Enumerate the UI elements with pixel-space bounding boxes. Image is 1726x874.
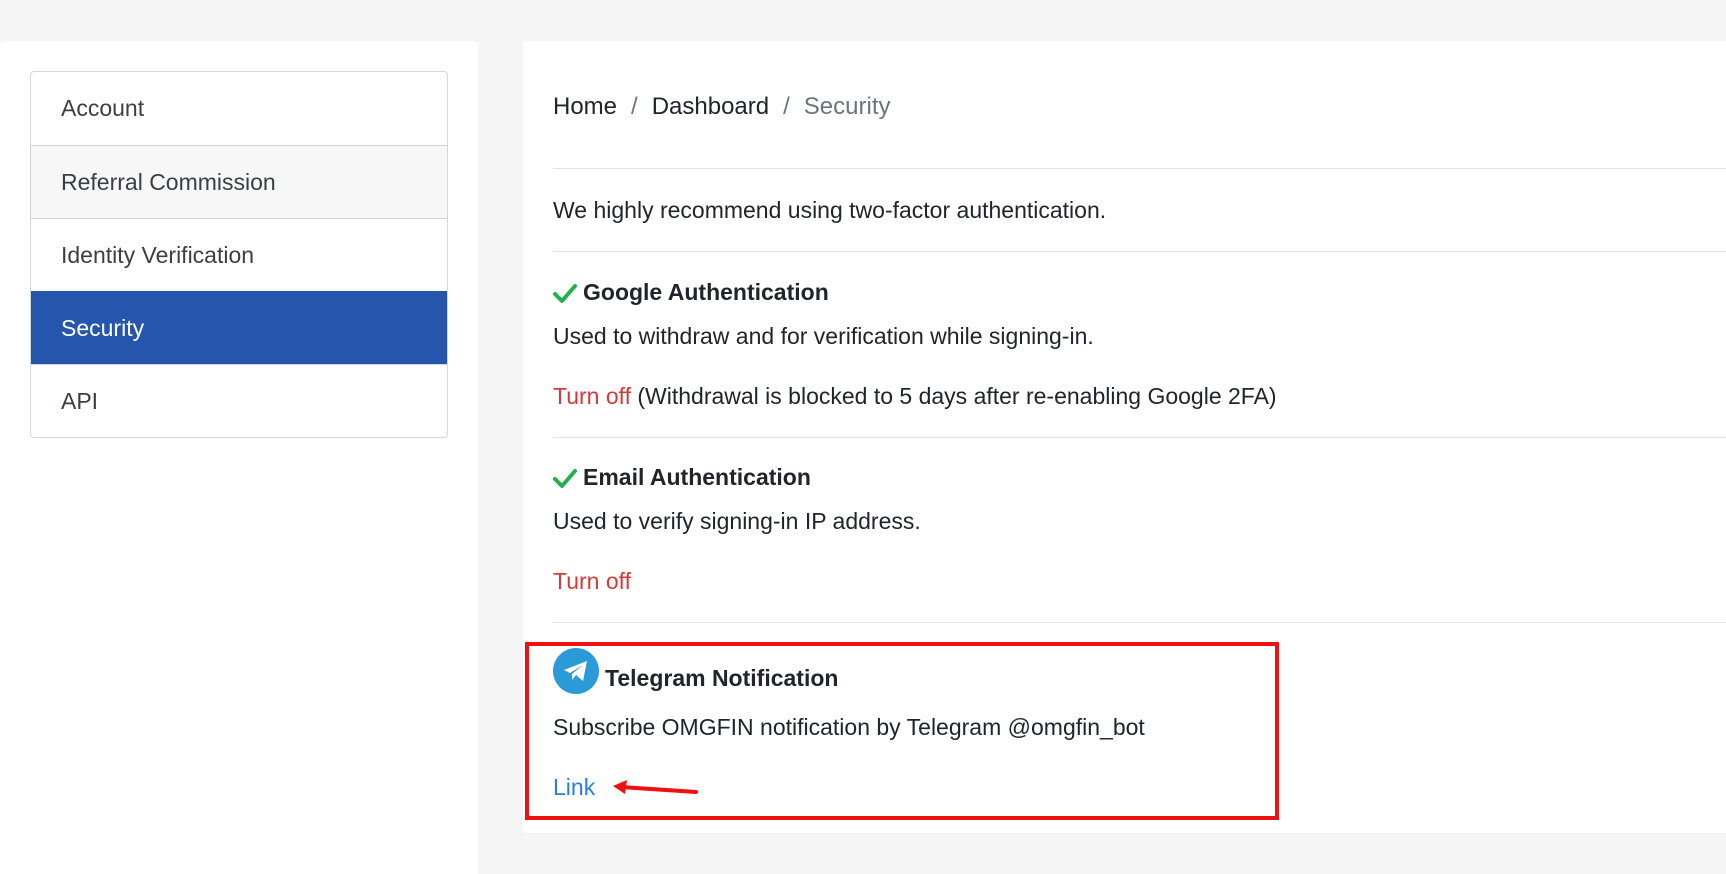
breadcrumb-dashboard[interactable]: Dashboard bbox=[652, 93, 769, 121]
sidebar-item-referral-commission[interactable]: Referral Commission bbox=[31, 145, 447, 218]
breadcrumb-separator: / bbox=[783, 93, 790, 120]
email-auth-desc: Used to verify signing-in IP address. bbox=[553, 508, 921, 534]
breadcrumb-home[interactable]: Home bbox=[553, 93, 617, 121]
divider bbox=[553, 437, 1726, 438]
email-auth-action: Turn off bbox=[553, 568, 631, 595]
google-auth-desc: Used to withdraw and for verification wh… bbox=[553, 323, 1094, 349]
email-auth-title: Email Authentication bbox=[553, 464, 811, 491]
check-icon bbox=[553, 283, 577, 303]
check-icon bbox=[553, 468, 577, 488]
divider bbox=[553, 251, 1726, 252]
main-panel: Home / Dashboard / Security We highly re… bbox=[523, 41, 1726, 833]
google-auth-title-text: Google Authentication bbox=[583, 279, 829, 305]
google-auth-action: Turn off (Withdrawal is blocked to 5 day… bbox=[553, 383, 1277, 410]
google-auth-note: (Withdrawal is blocked to 5 days after r… bbox=[630, 383, 1277, 409]
sidebar-item-security[interactable]: Security bbox=[31, 291, 447, 364]
email-auth-turn-off-link[interactable]: Turn off bbox=[553, 568, 631, 594]
divider bbox=[553, 168, 1726, 169]
breadcrumb-separator: / bbox=[631, 93, 638, 120]
sidebar-item-identity-verification[interactable]: Identity Verification bbox=[31, 218, 447, 291]
sidebar-nav: Account Referral Commission Identity Ver… bbox=[30, 71, 448, 438]
sidebar-item-account[interactable]: Account bbox=[31, 72, 447, 145]
sidebar-item-api[interactable]: API bbox=[31, 364, 447, 437]
breadcrumb: Home / Dashboard / Security bbox=[553, 93, 891, 121]
security-intro: We highly recommend using two-factor aut… bbox=[553, 197, 1107, 223]
breadcrumb-current: Security bbox=[803, 93, 891, 120]
arrow-annotation-icon bbox=[613, 780, 698, 794]
google-auth-title: Google Authentication bbox=[553, 279, 829, 306]
sidebar-panel: Account Referral Commission Identity Ver… bbox=[0, 41, 478, 874]
google-auth-turn-off-link[interactable]: Turn off bbox=[553, 383, 631, 409]
email-auth-title-text: Email Authentication bbox=[583, 464, 811, 490]
divider bbox=[553, 622, 1726, 623]
